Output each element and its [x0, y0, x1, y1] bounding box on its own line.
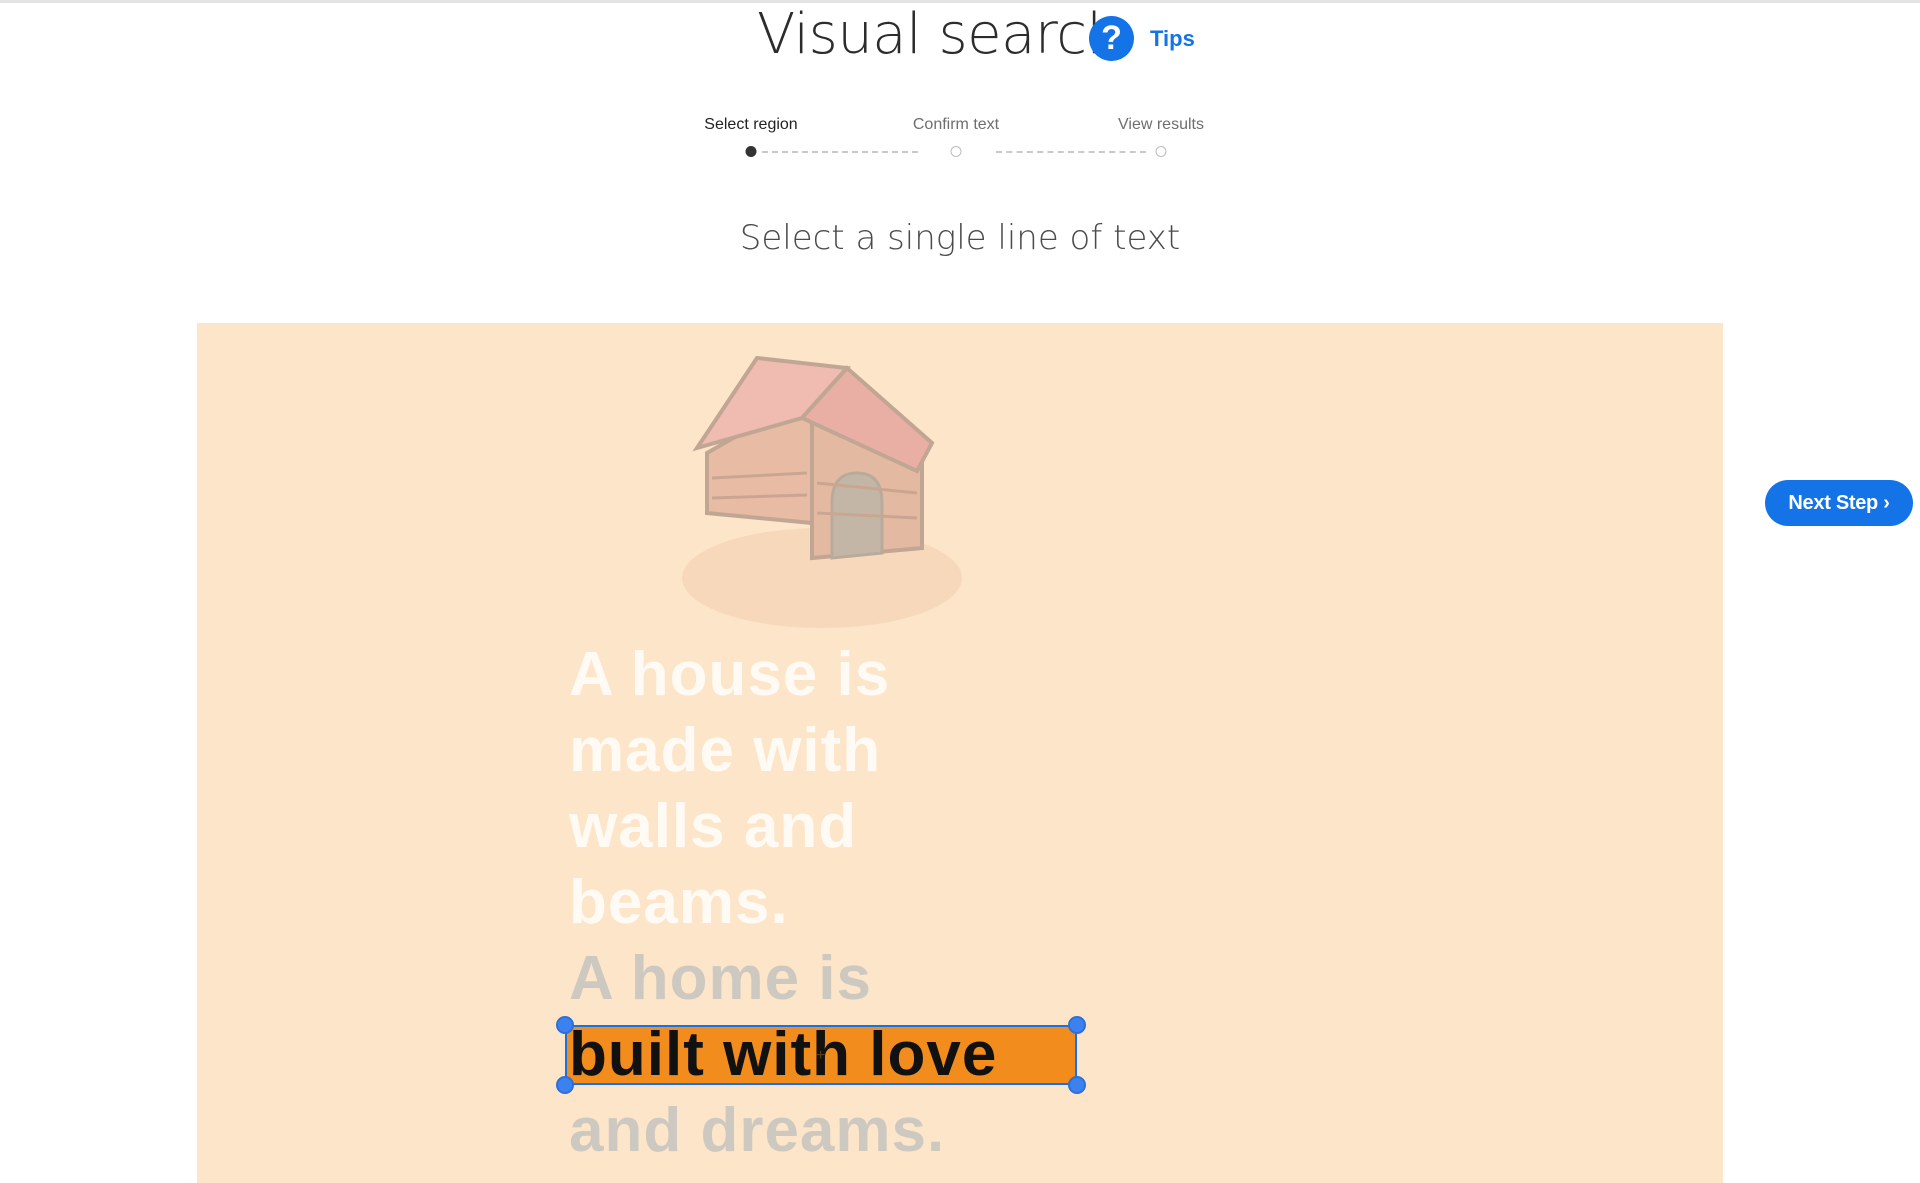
instruction-text: Select a single line of text [739, 218, 1181, 258]
tips-link[interactable]: Tips [1150, 26, 1195, 52]
text-line-1: A house is [569, 640, 891, 709]
selection-handle-bottom-left[interactable] [556, 1076, 574, 1094]
selected-text-line: built with love [569, 1020, 998, 1089]
step-connector [762, 151, 918, 153]
step-view-results-label: View results [1118, 116, 1204, 133]
crosshair-icon: + [816, 1047, 826, 1064]
selection-handle-bottom-right[interactable] [1068, 1076, 1086, 1094]
step-confirm-text-label: Confirm text [912, 116, 1000, 133]
doghouse-icon [682, 355, 962, 628]
text-line-7: and dreams. [569, 1096, 946, 1165]
progress-stepper: Select region Confirm text View results [700, 112, 1220, 172]
image-canvas[interactable]: A house is made with walls and beams. A … [197, 323, 1723, 1183]
step-connector [996, 151, 1146, 153]
step-select-region-dot [745, 146, 757, 157]
text-line-3: walls and [569, 792, 858, 861]
text-line-5: A home is [569, 944, 872, 1013]
step-select-region-label: Select region [704, 116, 798, 133]
step-confirm-text-dot [950, 146, 962, 157]
next-step-button[interactable]: Next Step › [1765, 480, 1913, 526]
text-line-2: made with [569, 716, 882, 785]
text-line-4: beams. [569, 868, 789, 937]
selection-handle-top-left[interactable] [556, 1016, 574, 1034]
help-icon[interactable]: ? [1089, 16, 1134, 61]
step-view-results-dot [1155, 146, 1167, 157]
page-title: Visual search [757, 2, 1122, 67]
selection-handle-top-right[interactable] [1068, 1016, 1086, 1034]
